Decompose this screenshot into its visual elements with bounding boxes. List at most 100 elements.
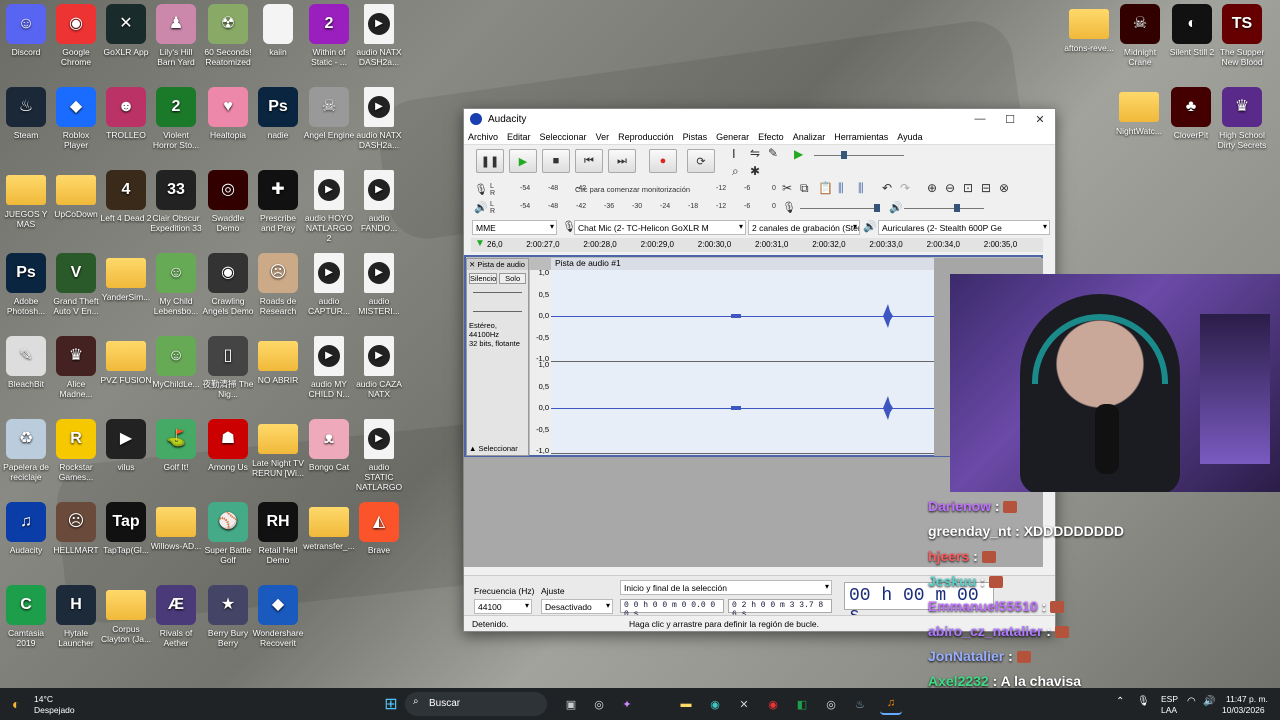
desktop-icon[interactable]: 4 Left 4 Dead 2: [100, 166, 152, 244]
output-device-select[interactable]: Auriculares (2- Stealth 600P Ge: [878, 220, 1050, 235]
copy-icon[interactable]: ⧉: [800, 181, 809, 196]
desktop-icon[interactable]: ☗ Among Us: [202, 415, 254, 493]
desktop-icon[interactable]: ☢ 60 Seconds! Reatomized: [202, 0, 254, 78]
clock-time[interactable]: 11:47 p. m.: [1226, 694, 1268, 704]
track-select-button[interactable]: ▲ Seleccionar: [469, 444, 518, 453]
desktop-icon[interactable]: ⛳ Golf It!: [150, 415, 202, 493]
desktop-icon[interactable]: 2 Within of Static - ...: [303, 0, 355, 78]
maximize-button[interactable]: ☐: [995, 113, 1025, 126]
desktop-icon[interactable]: ▶ vilus: [100, 415, 152, 493]
zoom-tool-icon[interactable]: ⌕: [732, 164, 739, 179]
desktop-icon[interactable]: R Rockstar Games...: [50, 415, 102, 493]
skip-start-button[interactable]: ⏮: [575, 149, 603, 173]
zoom-toggle-icon[interactable]: ⊗: [999, 181, 1009, 195]
desktop-icon[interactable]: ☠ Angel Engine: [303, 83, 355, 161]
camtasia-icon[interactable]: ◧: [791, 693, 813, 715]
lang-2[interactable]: LAA: [1161, 705, 1177, 715]
desktop-icon[interactable]: Tap TapTap(Gl...: [100, 498, 152, 576]
desktop-icon[interactable]: ▶ audio STATIC NATLARGO: [353, 415, 405, 493]
mute-button[interactable]: Silencio: [469, 273, 498, 284]
play-speed-thumb[interactable]: [841, 151, 847, 159]
desktop-icon[interactable]: ♻ Papelera de reciclaje: [0, 415, 52, 493]
desktop-icon[interactable]: ♛ High School Dirty Secrets: [1216, 83, 1268, 161]
fit-selection-icon[interactable]: ⊡: [963, 181, 973, 195]
gain-slider[interactable]: [473, 292, 522, 293]
menu-item[interactable]: Editar: [507, 132, 531, 142]
desktop-icon[interactable]: 2 Violent Horror Sto...: [150, 83, 202, 161]
timeline-ruler[interactable]: ▼ 26,0 2:00:27,0 2:00:28,0 2:00:29,0 2:00:30…: [471, 238, 1043, 252]
desktop-icon[interactable]: ♨ Steam: [0, 83, 52, 161]
weather-icon[interactable]: ◐: [12, 696, 20, 712]
menu-item[interactable]: Archivo: [468, 132, 498, 142]
menu-item[interactable]: Herramientas: [834, 132, 888, 142]
desktop-icon[interactable]: ◆ Roblox Player: [50, 83, 102, 161]
desktop-icon[interactable]: ♟ Lily's Hill Barn Yard: [150, 0, 202, 78]
desktop-icon[interactable]: ▶ audio CAZA NATX: [353, 332, 405, 410]
desktop-icon[interactable]: ▶ audio CAPTUR...: [303, 249, 355, 327]
desktop-icon[interactable]: ▶ audio NATX DASH2a...: [353, 83, 405, 161]
desktop-icon[interactable]: wetransfer_...: [303, 498, 355, 576]
desktop-icon[interactable]: 33 Clair Obscur Expedition 33: [150, 166, 202, 244]
desktop-icon[interactable]: ▶ audio FANDO...: [353, 166, 405, 244]
desktop-icon[interactable]: ♛ Alice Madne...: [50, 332, 102, 410]
desktop-icon[interactable]: ☹ Roads de Research: [252, 249, 304, 327]
desktop-icon[interactable]: ☻ TROLLEO: [100, 83, 152, 161]
record-button[interactable]: ●: [649, 149, 677, 173]
host-select[interactable]: MME: [472, 220, 557, 235]
pause-button[interactable]: ❚❚: [476, 149, 504, 173]
menu-item[interactable]: Efecto: [758, 132, 784, 142]
menu-item[interactable]: Analizar: [793, 132, 826, 142]
record-volume-slider[interactable]: [800, 208, 880, 209]
desktop-icon[interactable]: ✚ Prescribe and Pray: [252, 166, 304, 244]
desktop-icon[interactable]: ▯ 夜勤清掃 The Nig...: [202, 332, 254, 410]
play-speed-slider[interactable]: [814, 155, 904, 156]
desktop-icon[interactable]: Willows-AD...: [150, 498, 202, 576]
desktop-icon[interactable]: H Hytale Launcher: [50, 581, 102, 659]
draw-tool-icon[interactable]: ✎: [768, 146, 778, 160]
desktop-icon[interactable]: TS The Supper New Blood: [1216, 0, 1268, 78]
widget-icon[interactable]: ◎: [588, 693, 610, 715]
desktop-icon[interactable]: ◉ Crawling Angels Demo: [202, 249, 254, 327]
desktop-icon[interactable]: ⚾ Super Battle Golf: [202, 498, 254, 576]
edge-icon[interactable]: ◉: [704, 693, 726, 715]
playback-meter[interactable]: -54 -48 -42 -36 -30 -24 -18 -12 -6 0: [498, 201, 776, 214]
selection-mode-select[interactable]: Inicio y final de la selección: [620, 580, 832, 595]
steam-icon[interactable]: ♨: [849, 693, 871, 715]
track-close-icon[interactable]: ✕: [469, 260, 475, 269]
right-channel[interactable]: [551, 362, 934, 454]
desktop-icon[interactable]: ☺ My Child Lebensbo...: [150, 249, 202, 327]
playback-volume-slider[interactable]: [904, 208, 984, 209]
desktop-icon[interactable]: Ps nadie: [252, 83, 304, 161]
solo-button[interactable]: Solo: [499, 273, 526, 284]
track-menu-button[interactable]: Pista de audio: [477, 260, 525, 269]
select-tool-icon[interactable]: I: [732, 146, 736, 161]
desktop-icon[interactable]: ☠ Midnight Crane: [1114, 0, 1166, 78]
paste-icon[interactable]: 📋: [818, 181, 833, 195]
channels-select[interactable]: 2 canales de grabación (Ster: [748, 220, 860, 235]
desktop-icon[interactable]: V Grand Theft Auto V En...: [50, 249, 102, 327]
menu-item[interactable]: Reproducción: [618, 132, 674, 142]
clock-date[interactable]: 10/03/2026: [1222, 705, 1265, 715]
desktop-icon[interactable]: ▶ audio MY CHILD N...: [303, 332, 355, 410]
undo-icon[interactable]: ↶: [882, 181, 892, 195]
desktop-icon[interactable]: C Camtasia 2019: [0, 581, 52, 659]
tray-chevron-icon[interactable]: ⌃: [1116, 696, 1124, 707]
skip-end-button[interactable]: ⏭: [608, 149, 636, 173]
zoom-out-icon[interactable]: ⊖: [945, 181, 955, 195]
snap-select[interactable]: Desactivado: [541, 599, 613, 614]
desktop-icon[interactable]: ▶ audio MISTERI...: [353, 249, 405, 327]
desktop-icon[interactable]: UpCoDown: [50, 166, 102, 244]
menu-item[interactable]: Pistas: [683, 132, 708, 142]
desktop-icon[interactable]: ◐ Silent Still 2: [1166, 0, 1218, 78]
selection-start[interactable]: 0 0 h 0 0 m 0 0.0 0 0 s: [620, 599, 724, 619]
desktop-icon[interactable]: ◉ Google Chrome: [50, 0, 102, 78]
loop-button[interactable]: ⟳: [687, 149, 715, 173]
record-volume-thumb[interactable]: [874, 204, 880, 212]
search-box[interactable]: ⌕ Buscar: [405, 692, 547, 716]
desktop-icon[interactable]: ☺ MyChildLe...: [150, 332, 202, 410]
rate-select[interactable]: 44100: [474, 599, 532, 614]
task-view-icon[interactable]: ▣: [560, 693, 582, 715]
desktop-icon[interactable]: ♥ Healtopia: [202, 83, 254, 161]
play-at-speed-icon[interactable]: ▶: [794, 147, 803, 161]
desktop-icon[interactable]: NO ABRIR: [252, 332, 304, 410]
